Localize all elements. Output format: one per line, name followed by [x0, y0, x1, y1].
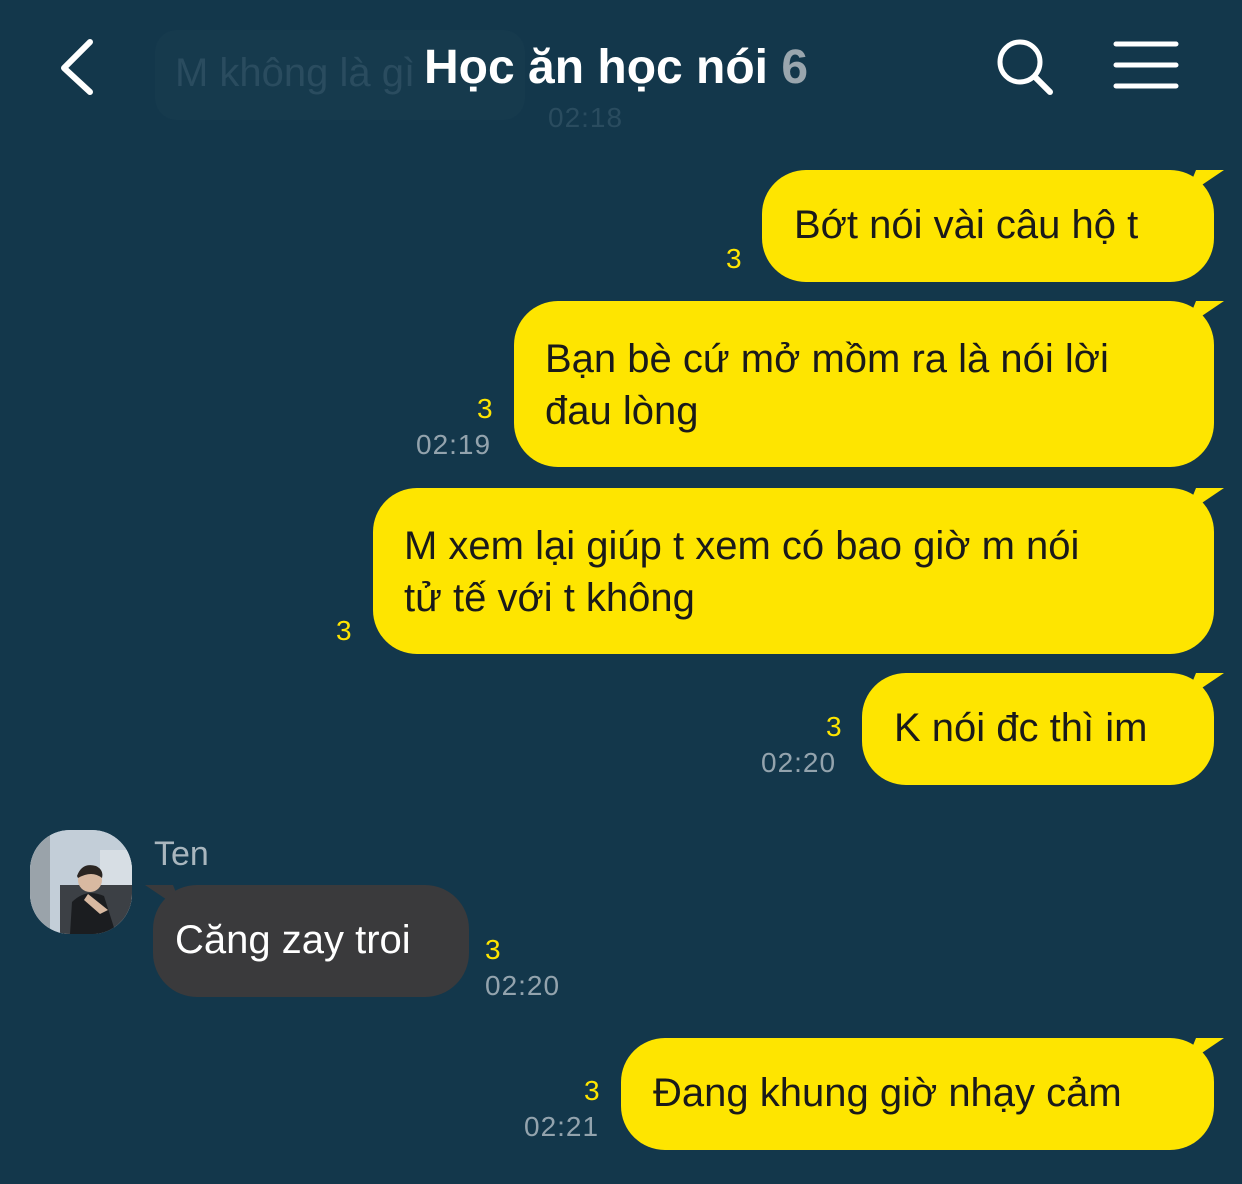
message-bubble[interactable]: K nói đc thì im [862, 673, 1214, 785]
unread-count: 3 [336, 615, 352, 646]
scrolled-message-time: 02:18 [548, 102, 624, 133]
chevron-left-icon [61, 39, 93, 95]
message-bubble[interactable]: M xem lại giúp t xem có bao giờ m nói tử… [373, 488, 1214, 654]
message-text: đau lòng [545, 389, 699, 433]
message-time: 02:21 [524, 1111, 600, 1142]
message-text: Đang khung giờ nhạy cảm [653, 1071, 1122, 1115]
unread-count: 3 [826, 711, 842, 742]
message-bubble[interactable]: Căng zay troi [153, 885, 469, 997]
unread-count: 3 [485, 934, 501, 965]
chat-header: M không là gì 02:18 Học ăn học nói 6 [0, 0, 1242, 140]
avatar-photo [30, 830, 132, 934]
message-bubble[interactable]: Đang khung giờ nhạy cảm [621, 1038, 1214, 1150]
message-bubble[interactable]: Bạn bè cứ mở mồm ra là nói lời đau lòng [514, 301, 1214, 467]
message-text: Bớt nói vài câu hộ t [794, 203, 1139, 247]
avatar[interactable] [30, 830, 132, 934]
search-icon [997, 39, 1053, 95]
search-button[interactable] [992, 34, 1058, 100]
message-time: 02:20 [485, 970, 561, 1001]
message-text: Bạn bè cứ mở mồm ra là nói lời [545, 337, 1109, 381]
menu-icon [1113, 41, 1179, 89]
message-time: 02:19 [416, 429, 492, 460]
message-text: K nói đc thì im [894, 706, 1148, 750]
sender-name: Ten [154, 835, 209, 873]
message-text: Căng zay troi [175, 918, 411, 962]
unread-count: 3 [477, 393, 493, 424]
message-bubble[interactable]: Bớt nói vài câu hộ t [762, 170, 1214, 282]
message-text: M xem lại giúp t xem có bao giờ m nói [404, 524, 1080, 568]
unread-count: 3 [584, 1075, 600, 1106]
unread-count: 3 [726, 243, 742, 274]
member-count: 6 [781, 41, 809, 94]
chat-title: Học ăn học nói 6 [424, 38, 808, 98]
message-text: tử tế với t không [404, 576, 695, 620]
message-time: 02:20 [761, 747, 837, 778]
chat-title-text: Học ăn học nói [424, 41, 769, 94]
back-button[interactable] [48, 30, 118, 104]
menu-button[interactable] [1110, 36, 1182, 96]
scrolled-message-text: M không là gì [175, 51, 416, 95]
